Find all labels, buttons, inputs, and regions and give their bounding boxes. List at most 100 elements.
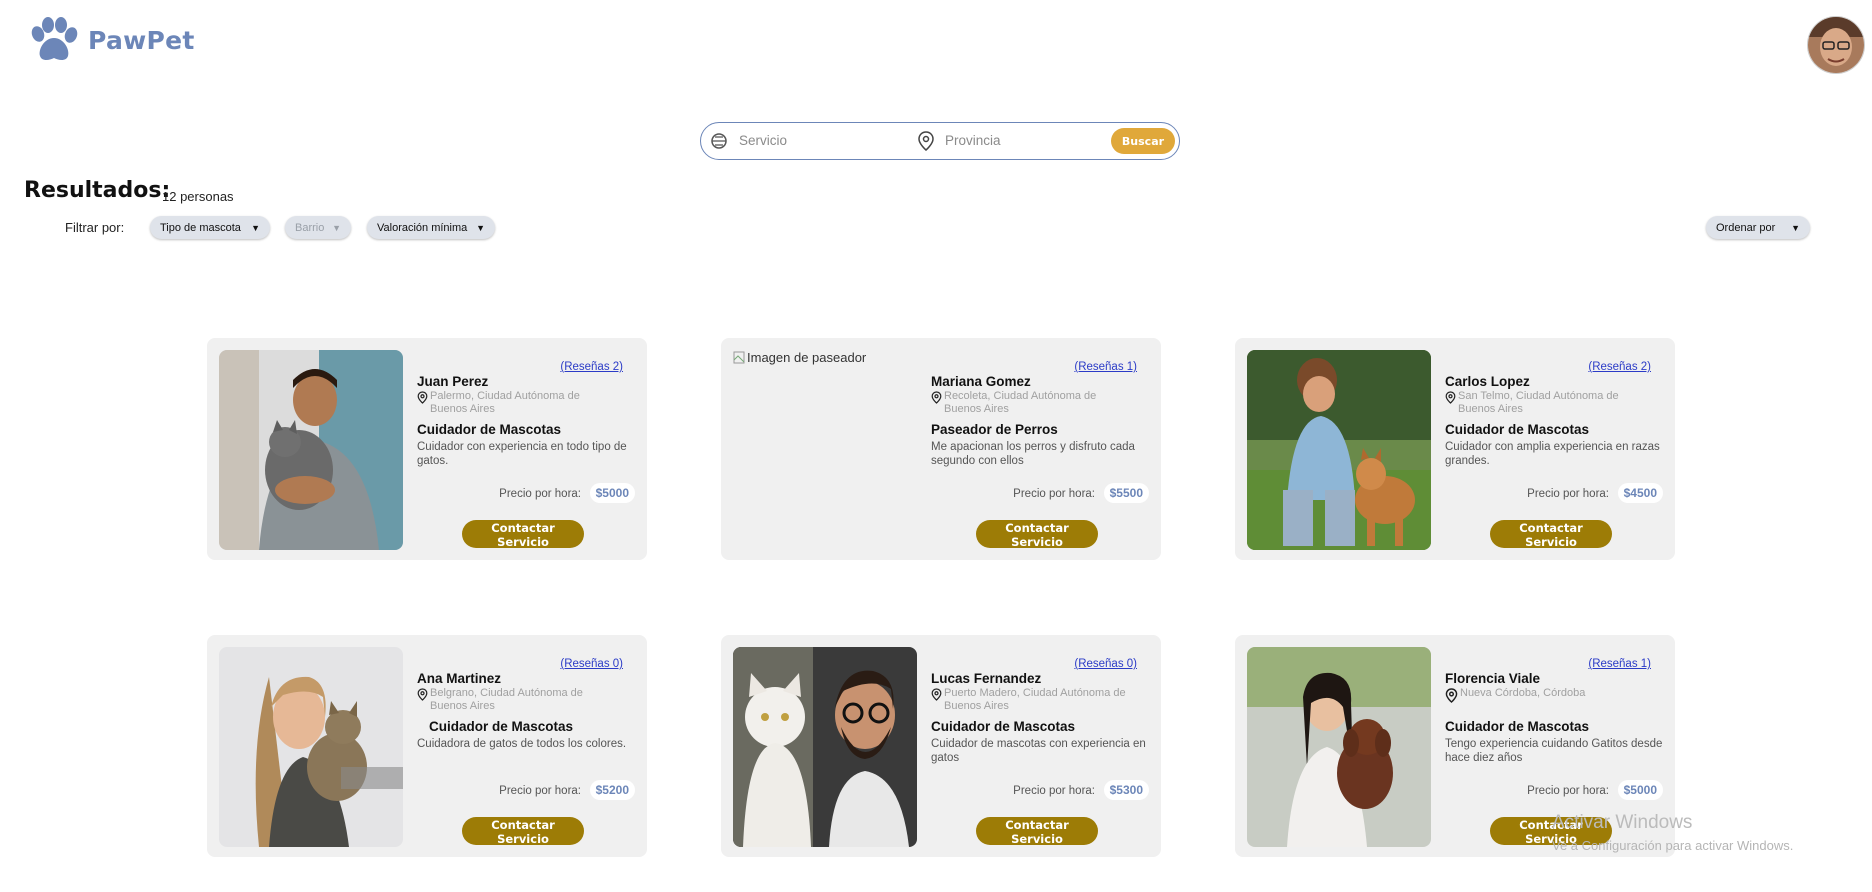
price-label: Precio por hora: (499, 488, 581, 500)
location-text: San Telmo, Ciudad Autónoma de Buenos Air… (1458, 390, 1619, 415)
caregiver-card: (Reseñas 0) Ana Martinez Belgrano, Ciuda… (207, 635, 647, 857)
caregiver-location: Nueva Córdoba, Córdoba (1445, 687, 1645, 703)
contact-service-button[interactable]: Contactar Servicio (1490, 520, 1612, 549)
caregiver-role: Cuidador de Mascotas (1445, 422, 1590, 437)
caregiver-card: (Reseñas 0) Lucas Fernandez Puerto Mader… (721, 635, 1161, 857)
price-label: Precio por hora: (499, 785, 581, 797)
price-badge: $5000 (589, 483, 635, 503)
location-text: Palermo, Ciudad Autónoma de Buenos Aires (430, 390, 580, 415)
reviews-link[interactable]: (Reseñas 1) (1588, 658, 1651, 670)
rating-label: Valoración mínima (377, 221, 468, 234)
province-input[interactable] (943, 132, 1097, 149)
location-pin-icon (1445, 688, 1458, 703)
province-segment (917, 123, 1097, 158)
price-badge: $5500 (1103, 483, 1149, 503)
location-pin-icon (918, 130, 934, 151)
results-count: 12 personas (162, 189, 234, 204)
caregiver-card: (Reseñas 2) Carlos Lopez San Telmo, Ciud… (1235, 338, 1675, 560)
location-pin-icon (417, 688, 428, 701)
chevron-down-icon: ▼ (1791, 222, 1800, 233)
caregiver-name: Florencia Viale (1445, 671, 1541, 686)
caregiver-photo (733, 647, 917, 847)
location-pin-icon (1445, 391, 1456, 404)
caregiver-photo (219, 647, 403, 847)
filter-label: Filtrar por: (65, 220, 125, 235)
price-badge: $5300 (1103, 780, 1149, 800)
reviews-link[interactable]: (Reseñas 0) (560, 658, 623, 670)
reviews-link[interactable]: (Reseñas 2) (560, 361, 623, 373)
caregiver-role: Cuidador de Mascotas (417, 422, 562, 437)
caregiver-photo-broken: Imagen de paseador (733, 350, 866, 365)
location-pin-icon (931, 688, 942, 701)
chevron-down-icon: ▼ (251, 222, 260, 233)
pet-type-label: Tipo de mascota (160, 221, 241, 234)
caregiver-role: Cuidador de Mascotas (429, 719, 574, 734)
logo[interactable]: PawPet (26, 16, 195, 64)
location-text: Nueva Córdoba, Córdoba (1460, 687, 1586, 699)
search-bar: Buscar (700, 122, 1180, 160)
caregiver-description: Tengo experiencia cuidando Gatitos desde… (1445, 738, 1663, 764)
pet-type-select[interactable]: Tipo de mascota ▼ (150, 216, 270, 239)
reviews-link[interactable]: (Reseñas 0) (1074, 658, 1137, 670)
location-text: Recoleta, Ciudad Autónoma de Buenos Aire… (944, 390, 1097, 415)
service-segment (709, 123, 891, 158)
caregiver-photo (1247, 647, 1431, 847)
price-badge: $5000 (1617, 780, 1663, 800)
reviews-link[interactable]: (Reseñas 1) (1074, 361, 1137, 373)
broken-image-icon (733, 351, 745, 364)
service-input[interactable] (737, 132, 891, 149)
price-badge: $4500 (1617, 483, 1663, 503)
service-icon (711, 132, 727, 149)
caregiver-location: Belgrano, Ciudad Autónoma de Buenos Aire… (417, 687, 617, 713)
caregiver-location: Palermo, Ciudad Autónoma de Buenos Aires (417, 390, 617, 416)
caregiver-description: Cuidador con experiencia en todo tipo de… (417, 441, 627, 467)
contact-service-button[interactable]: Contactar Servicio (462, 817, 584, 846)
caregiver-location: Puerto Madero, Ciudad Autónoma de Buenos… (931, 687, 1131, 713)
search-button[interactable]: Buscar (1111, 128, 1175, 154)
caregiver-location: Recoleta, Ciudad Autónoma de Buenos Aire… (931, 390, 1131, 416)
price-label: Precio por hora: (1013, 785, 1095, 797)
contact-service-button[interactable]: Contactar Servicio (976, 817, 1098, 846)
reviews-link[interactable]: (Reseñas 2) (1588, 361, 1651, 373)
caregiver-photo (1247, 350, 1431, 550)
contact-service-button[interactable]: Contactar Servicio (976, 520, 1098, 549)
rating-select[interactable]: Valoración mínima ▼ (367, 216, 495, 239)
user-avatar[interactable] (1807, 16, 1865, 74)
contact-service-button[interactable]: Contactar Servicio (462, 520, 584, 549)
caregiver-description: Me apacionan los perros y disfruto cada … (931, 441, 1135, 467)
caregiver-role: Paseador de Perros (931, 422, 1058, 437)
location-text: Puerto Madero, Ciudad Autónoma de Buenos… (944, 687, 1126, 712)
barrio-label: Barrio (295, 221, 325, 234)
barrio-select[interactable]: Barrio ▼ (285, 216, 351, 239)
chevron-down-icon: ▼ (332, 222, 341, 233)
windows-watermark-subtitle: Ve a Configuración para activar Windows. (1552, 838, 1794, 853)
location-pin-icon (417, 391, 428, 404)
price-label: Precio por hora: (1527, 785, 1609, 797)
caregiver-card: Imagen de paseador (Reseñas 1) Mariana G… (721, 338, 1161, 560)
price-label: Precio por hora: (1527, 488, 1609, 500)
caregiver-name: Carlos Lopez (1445, 374, 1530, 389)
price-label: Precio por hora: (1013, 488, 1095, 500)
caregiver-description: Cuidador con amplia experiencia en razas… (1445, 441, 1660, 467)
caregiver-description: Cuidadora de gatos de todos los colores. (417, 738, 627, 750)
caregiver-description: Cuidador de mascotas con experiencia en … (931, 738, 1146, 764)
logo-text: PawPet (88, 25, 195, 55)
caregiver-name: Ana Martinez (417, 671, 502, 686)
caregiver-photo (219, 350, 403, 550)
location-text: Belgrano, Ciudad Autónoma de Buenos Aire… (430, 687, 583, 712)
caregiver-name: Lucas Fernandez (931, 671, 1042, 686)
image-alt-text: Imagen de paseador (747, 350, 867, 365)
paw-icon (31, 17, 78, 60)
sort-select[interactable]: Ordenar por ▼ (1706, 216, 1810, 239)
caregiver-role: Cuidador de Mascotas (1445, 719, 1590, 734)
caregiver-name: Juan Perez (417, 374, 489, 389)
caregiver-card: (Reseñas 2) Juan Perez Palermo, Ciudad A… (207, 338, 647, 560)
results-title: Resultados: (24, 178, 171, 203)
avatar-image (1808, 17, 1864, 73)
windows-watermark-title: Activar Windows (1552, 812, 1693, 833)
price-badge: $5200 (589, 780, 635, 800)
caregiver-role: Cuidador de Mascotas (931, 719, 1076, 734)
sort-label: Ordenar por (1716, 221, 1776, 234)
location-pin-icon (931, 391, 942, 404)
chevron-down-icon: ▼ (476, 222, 485, 233)
